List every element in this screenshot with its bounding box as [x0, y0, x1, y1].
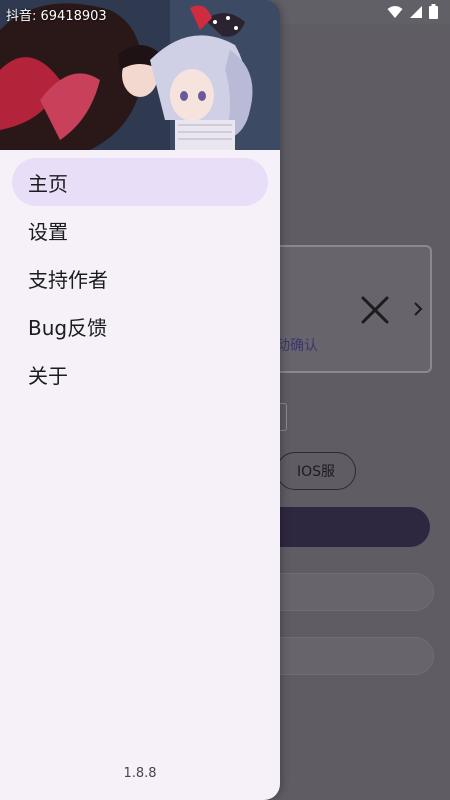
wifi-icon — [387, 5, 403, 19]
background-card-text: 动确认 — [276, 338, 318, 354]
menu-item-about[interactable]: 关于 — [12, 350, 268, 398]
app-version: 1.8.8 — [123, 766, 157, 781]
battery-icon — [429, 4, 438, 19]
drawer-menu: 主页 设置 支持作者 Bug反馈 关于 — [0, 158, 280, 398]
menu-item-support-author[interactable]: 支持作者 — [12, 254, 268, 302]
server-chip-ios: IOS服 — [276, 452, 356, 490]
menu-item-bug-report[interactable]: Bug反馈 — [12, 302, 268, 350]
signal-icon — [409, 5, 423, 19]
header-overlay-text: 抖音: 69418903 — [6, 9, 107, 24]
drawer-header-image: 抖音: 69418903 — [0, 0, 280, 150]
chevron-right-icon — [414, 302, 423, 316]
close-icon — [361, 296, 389, 324]
menu-item-settings[interactable]: 设置 — [12, 206, 268, 254]
menu-item-home[interactable]: 主页 — [12, 158, 268, 206]
navigation-drawer: 抖音: 69418903 主页 设置 支持作者 Bug反馈 关于 1.8.8 — [0, 0, 280, 800]
